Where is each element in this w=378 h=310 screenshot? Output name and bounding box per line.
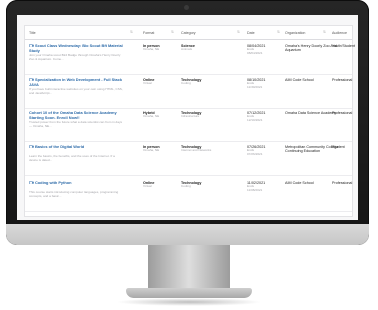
sort-icon[interactable]: ⇅ (130, 30, 133, 34)
screen: Title ⇅ Format ⇅ Category ⇅ Date ⇅ Organ… (17, 15, 358, 220)
category-cell: Technology Internet and Networks (181, 145, 229, 153)
format-cell: In person Omaha, NE (143, 145, 165, 153)
category-cell: Technology Coding (181, 181, 229, 189)
monitor-stand-base (126, 288, 252, 298)
monitor: Title ⇅ Format ⇅ Category ⇅ Date ⇅ Organ… (6, 0, 369, 245)
date-cell: 08/04/2021 Ends 08/04/2021 (247, 44, 275, 56)
event-title-link[interactable]: Coding with Python (29, 180, 123, 186)
format-cell: In person Omaha, NE (143, 44, 165, 52)
category-sub: Infrastructure (181, 114, 200, 119)
category-sub: Animals (181, 47, 193, 52)
category-sub: Coding (181, 81, 191, 86)
header-audience[interactable]: Audience (332, 31, 347, 35)
table-header: Title ⇅ Format ⇅ Category ⇅ Date ⇅ Organ… (25, 26, 352, 40)
format-location: Virtual (143, 184, 152, 189)
table-row[interactable]: Specialization in Web Development - Full… (25, 74, 352, 109)
event-title[interactable]: Coding with Python (35, 180, 72, 185)
table-row[interactable]: Cohort 10 of the Omaha Data Science Acad… (25, 107, 352, 142)
audience-value: Professional (332, 78, 353, 82)
end-date: 11/30/2021 (247, 85, 263, 90)
format-cell: Online Virtual (143, 181, 165, 189)
event-description: Join your Omaha scout Bird Badge through… (29, 53, 121, 61)
sort-icon[interactable]: ⇅ (237, 30, 240, 34)
date-cell: 07/12/2021 Ends 12/10/2021 (247, 111, 275, 123)
event-title[interactable]: Basics of the Digital World (35, 144, 84, 149)
end-date: 07/26/2021 (247, 152, 263, 157)
event-title[interactable]: Scout Class Wednesday: Bio Scout Bft Mat… (29, 43, 123, 53)
header-category[interactable]: Category (181, 31, 196, 35)
header-title[interactable]: Title (29, 31, 36, 35)
event-title-link[interactable]: Specialization in Web Development - Full… (29, 77, 123, 87)
header-organization[interactable]: Organization (285, 31, 305, 35)
end-date: 11/08/2021 (247, 188, 263, 193)
category-cell: Technology Coding (181, 78, 229, 86)
sort-icon[interactable]: ⇅ (277, 30, 280, 34)
table-row[interactable]: Scout Class Wednesday: Bio Scout Bft Mat… (25, 40, 355, 75)
webcam (184, 5, 189, 10)
table-row[interactable]: Coding with Python This course starts int… (25, 177, 352, 212)
monitor-chin (6, 224, 369, 245)
format-cell: Hybrid Omaha, NE (143, 111, 165, 119)
end-date: 08/04/2021 (247, 51, 263, 56)
event-description: Learn the basics, the benefits, and the … (29, 154, 115, 162)
audience-value: Youth/Student (332, 44, 356, 48)
audience-value: Professional (332, 181, 353, 185)
header-date[interactable]: Date (247, 31, 255, 35)
event-description: If you have built interactive websites o… (29, 87, 123, 95)
camera-icon (29, 181, 34, 185)
category-cell: Science Animals (181, 44, 229, 52)
category-sub: Internet and Networks (181, 148, 212, 153)
sort-icon[interactable]: ⇅ (323, 30, 326, 34)
date-cell: 07/26/2021 Ends 07/26/2021 (247, 145, 275, 157)
event-title-link[interactable]: Cohort 10 of the Omaha Data Science Acad… (29, 110, 123, 120)
table-row[interactable]: Basics of the Digital World Learn the bas… (25, 141, 352, 176)
category-sub: Coding (181, 184, 191, 189)
format-location: Omaha, NE (143, 114, 160, 119)
audience-value: Student (332, 145, 345, 149)
format-cell: Online Virtual (143, 78, 165, 86)
sort-icon[interactable]: ⇅ (171, 30, 174, 34)
audience-cell: Student (332, 145, 356, 149)
event-title[interactable]: Specialization in Web Development - Full… (29, 77, 122, 87)
event-title[interactable]: Cohort 10 of the Omaha Data Science Acad… (29, 110, 117, 120)
date-cell: 08/10/2021 Ends 11/30/2021 (247, 78, 275, 90)
event-description: This course starts introducing computer … (29, 190, 119, 198)
format-location: Virtual (143, 81, 152, 86)
end-date: 12/10/2021 (247, 118, 263, 123)
camera-icon (29, 145, 34, 149)
audience-value: Professional (332, 111, 353, 115)
event-description: Trusted power from the future what a dat… (29, 120, 123, 128)
audience-cell: Professional (332, 111, 356, 115)
date-cell: 11/02/2021 Ends 11/08/2021 (247, 181, 275, 193)
stand-shadow (116, 298, 262, 306)
event-title-link[interactable]: Basics of the Digital World (29, 144, 123, 150)
audience-cell: Youth/Student (332, 44, 356, 48)
monitor-stand-neck (148, 245, 230, 289)
format-location: Omaha, NE (143, 148, 160, 153)
event-title-link[interactable]: Scout Class Wednesday: Bio Scout Bft Mat… (29, 43, 123, 53)
header-format[interactable]: Format (143, 31, 154, 35)
audience-cell: Professional (332, 78, 356, 82)
events-table: Title ⇅ Format ⇅ Category ⇅ Date ⇅ Organ… (24, 25, 355, 217)
audience-cell: Professional (332, 181, 356, 185)
format-location: Omaha, NE (143, 47, 160, 52)
category-cell: Technology Infrastructure (181, 111, 229, 119)
